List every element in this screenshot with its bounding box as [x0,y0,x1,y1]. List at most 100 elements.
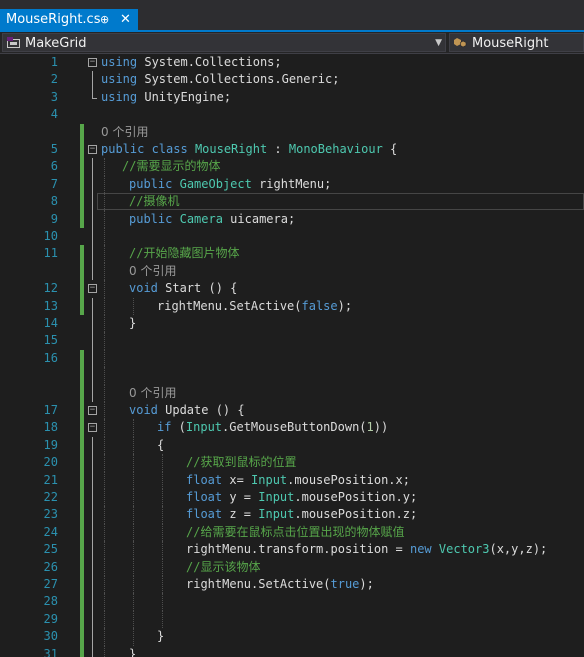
project-dropdown[interactable]: MakeGrid ▼ [2,33,446,52]
codelens-references[interactable]: 0 个引用 [129,263,176,280]
blank-row [0,367,584,385]
code-token: Start () { [157,281,238,296]
code-text: //显示该物体 [186,559,260,576]
code-line: 20 //获取到鼠标的位置 [0,454,584,472]
code-token: Input [251,472,288,487]
code-token: ); [337,298,353,313]
indent-guide [104,349,105,368]
tab-mouseright-cs[interactable]: MouseRight.cs ⊕ ✕ [0,9,138,31]
code-token: (x,y,z); [489,542,548,557]
code-text: public class MouseRight : MonoBehaviour … [101,141,397,158]
fold-guide [92,541,93,559]
code-token: false [301,298,338,313]
indent-guide [104,332,105,350]
code-text: using System.Collections; [101,54,282,71]
line-number: 20 [43,455,58,470]
code-line: 21 float x= Input.mousePosition.x; [0,471,584,489]
code-text: float x= Input.mousePosition.x; [186,472,410,489]
code-token: public [129,211,173,226]
change-marker [80,123,84,141]
indent-guide [104,523,105,542]
code-text: } [157,628,164,645]
line-number: 9 [50,211,58,226]
code-token: Input [185,420,223,435]
code-token: uicamera; [222,211,296,226]
code-token: using [101,89,138,104]
collapse-icon[interactable]: − [88,423,97,433]
indent-guide [133,506,134,524]
indent-guide [104,628,105,646]
fold-guide [92,315,93,333]
code-text: } [129,646,136,657]
collapse-icon[interactable]: − [88,145,97,154]
indent-guide [133,419,134,437]
code-token: using [101,72,138,87]
codelens-references[interactable]: 0 个引用 [101,124,148,141]
code-token: //给需要在鼠标点击位置出现的物体赋值 [186,524,405,539]
fold-guide [92,245,93,263]
fold-guide [92,158,93,176]
indent-guide [104,175,105,194]
code-token: { [157,437,165,452]
line-number: 3 [50,89,58,104]
code-text: rightMenu.SetActive(false); [157,298,352,315]
indent-guide [133,593,134,611]
indent-guide [133,454,134,472]
code-token: : [267,142,289,156]
code-line: 14 } [0,315,584,333]
code-token: z = [222,507,259,522]
line-number: 30 [43,629,58,644]
code-token: UnityEngine; [137,89,232,104]
line-number: 7 [50,176,58,191]
collapse-icon[interactable]: − [88,58,97,67]
code-text: { [157,437,164,454]
code-text: void Update () { [129,402,245,419]
fold-guide [92,228,93,246]
indent-guide [104,384,105,402]
indent-guide [133,489,134,507]
code-token: using [101,55,138,69]
change-marker [80,506,84,524]
code-token: x= [222,472,252,487]
line-number: 22 [43,490,58,504]
line-number: 28 [43,594,58,609]
indent-guide [133,576,134,594]
code-line: 12 − void Start () { [0,280,584,298]
indent-guide [104,436,105,455]
close-icon[interactable]: ✕ [120,9,131,31]
change-marker [80,576,84,594]
change-marker [80,593,84,611]
code-token: //开始隐藏图片物体 [129,246,240,261]
code-editor[interactable]: 1 − using System.Collections; 2 using Sy… [0,54,584,657]
collapse-icon[interactable]: − [88,284,97,294]
code-token: MouseRight [194,142,268,156]
line-number: 12 [43,281,58,296]
code-line: 24 //给需要在鼠标点击位置出现的物体赋值 [0,523,584,542]
indent-guide [104,367,105,385]
code-text: //获取到鼠标的位置 [186,454,296,471]
collapse-icon[interactable]: − [88,406,97,415]
code-token: rightMenu; [251,176,332,191]
codelens-references[interactable]: 0 个引用 [129,385,176,402]
code-token: rightMenu.SetActive( [186,577,331,591]
pin-icon[interactable]: ⊕ [100,9,109,31]
line-number: 27 [43,577,58,591]
change-marker [80,384,84,402]
change-marker [80,471,84,489]
indent-guide [133,297,134,315]
code-token: Camera [179,211,223,226]
code-line: 4 [0,106,584,123]
fold-guide-end [92,97,97,99]
code-text: if (Input.GetMouseButtonDown(1)) [157,419,388,436]
code-text: float z = Input.mousePosition.z; [186,506,417,523]
change-marker [80,454,84,472]
code-token: .GetMouseButtonDown( [222,420,367,435]
code-line: 5 − public class MouseRight : MonoBehavi… [0,141,584,159]
type-dropdown[interactable]: MouseRight [449,33,584,52]
indent-guide [104,489,105,507]
code-token: Vector3 [438,542,490,557]
indent-guide [104,593,105,611]
fold-guide [92,88,93,98]
